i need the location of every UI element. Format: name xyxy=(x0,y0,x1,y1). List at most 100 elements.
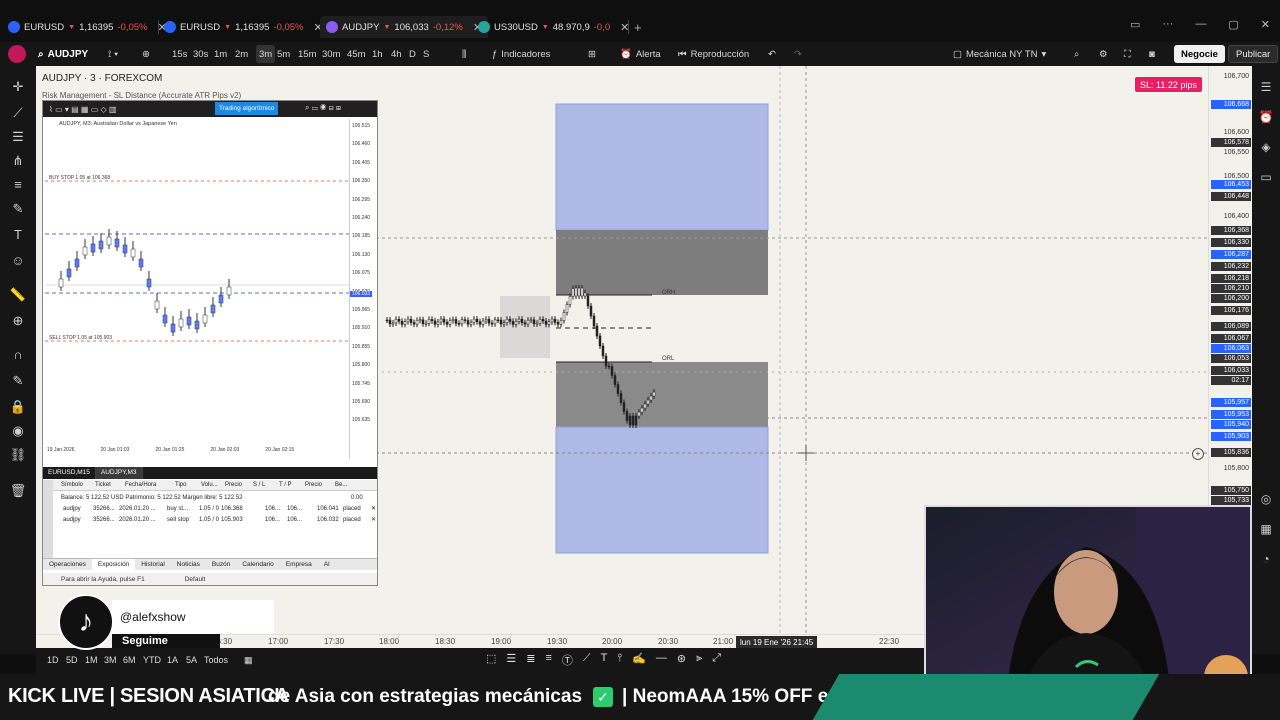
timeframe-30m[interactable]: 30m xyxy=(322,45,340,63)
terminal-tab[interactable]: Al xyxy=(318,559,336,570)
fib-icon[interactable]: ≣ xyxy=(526,652,535,668)
settings-icon[interactable]: ⚙ xyxy=(1099,45,1108,63)
timeframe-15m[interactable]: 15m xyxy=(298,45,316,63)
compare-add-icon[interactable]: ⊕ xyxy=(142,45,150,63)
crosshair-icon[interactable]: ✛ xyxy=(9,78,27,96)
timeframe-2m[interactable]: 2m xyxy=(235,45,248,63)
terminal-column-header[interactable]: Fecha/Hora xyxy=(125,482,156,488)
maximize-icon[interactable]: ▢ xyxy=(1228,18,1238,31)
alerts-icon[interactable]: ⏰ xyxy=(1257,108,1275,126)
add-alert-icon[interactable]: + xyxy=(1192,448,1204,460)
tab-us30usd[interactable]: US30USD ▼ 48.970,9 -0,0 ✕ xyxy=(478,16,629,38)
close-order-icon[interactable]: ✕ xyxy=(371,516,376,523)
target-zone-lower[interactable] xyxy=(555,426,769,554)
chat-icon[interactable]: ▭ xyxy=(1257,168,1275,186)
terminal-tab[interactable]: Empresa xyxy=(280,559,318,570)
eye-icon[interactable]: ◉ xyxy=(9,422,27,440)
terminal-column-header[interactable]: Símbolo xyxy=(61,482,83,488)
orh-zone[interactable] xyxy=(556,230,768,295)
minimize-icon[interactable]: — xyxy=(1195,18,1206,31)
calendar-icon[interactable]: ▦ xyxy=(1257,520,1275,538)
brush-icon[interactable]: ✍ xyxy=(632,652,646,668)
timeframe-3m[interactable]: 3m xyxy=(256,45,276,63)
terminal-tab[interactable]: Operaciones xyxy=(43,559,92,570)
link-icon[interactable]: ⛓ xyxy=(9,446,27,464)
snapshot-icon[interactable]: ◙ xyxy=(1149,45,1155,63)
terminal-column-header[interactable]: Ticket xyxy=(95,482,111,488)
hline-icon[interactable]: — xyxy=(656,652,667,668)
expand-icon[interactable]: ⤢ xyxy=(712,652,721,668)
timeframe-30s[interactable]: 30s xyxy=(193,45,208,63)
tab-eurusd-1[interactable]: EURUSD ▼ 1,16395 -0,05% ✕ xyxy=(8,16,167,38)
order-row[interactable]: audjpy 35266... 2026.01.20 ... buy st... 1.0… xyxy=(43,503,377,514)
range-1A[interactable]: 1A xyxy=(167,655,178,665)
range-5D[interactable]: 5D xyxy=(66,655,78,665)
stay-drawing-icon[interactable]: ✎ xyxy=(9,372,27,390)
templates-icon[interactable]: ⊞ xyxy=(588,45,596,63)
watchlist-icon[interactable]: ☰ xyxy=(1257,78,1275,96)
range-6M[interactable]: 6M xyxy=(123,655,136,665)
mt-tools-icon[interactable]: ⌇ ▭ ▾ ▤ ▦ ▭ ◇ ▥ xyxy=(49,105,116,114)
measure-icon[interactable]: ⫸ xyxy=(696,652,702,668)
ruler-icon[interactable]: 📏 xyxy=(9,286,27,304)
layout-button[interactable]: ▢ Mecánica NY TN ▾ xyxy=(953,45,1046,63)
emoji-icon[interactable]: ☺ xyxy=(9,252,27,270)
terminal-column-header[interactable]: Precio xyxy=(305,482,322,488)
fullscreen-icon[interactable]: ⛶ xyxy=(1124,45,1131,63)
avatar[interactable] xyxy=(8,45,26,63)
range-3M[interactable]: 3M xyxy=(104,655,117,665)
horizontal-lines-icon[interactable]: ☰ xyxy=(9,128,27,146)
replay-button[interactable]: ⏮ Reproducción xyxy=(678,45,749,63)
alert-button[interactable]: ⏰ Alerta xyxy=(620,45,661,63)
terminal-tab[interactable]: Exposición xyxy=(91,559,136,570)
terminal-column-header[interactable]: Volu... xyxy=(201,482,218,488)
mt-chart-tab[interactable]: AUDJPY,M3 xyxy=(95,467,143,479)
fib-icon[interactable]: ≡ xyxy=(9,176,27,194)
chart-type-icon[interactable]: ⟟ ▾ xyxy=(108,45,118,63)
lines-icon[interactable]: ☰ xyxy=(506,652,516,668)
terminal-column-header[interactable]: Tipo xyxy=(175,482,186,488)
terminal-column-header[interactable]: Be... xyxy=(335,482,347,488)
path-icon[interactable]: ⟋ xyxy=(583,652,591,668)
timeframe-15s[interactable]: 15s xyxy=(172,45,187,63)
publish-button[interactable]: Publicar xyxy=(1228,45,1279,63)
range-1D[interactable]: 1D xyxy=(47,655,59,665)
indicators-button[interactable]: ƒ Indicadores xyxy=(492,45,550,63)
metatrader-window[interactable]: ⌇ ▭ ▾ ▤ ▦ ▭ ◇ ▥ Trading algorítmico ⌕ ▭ … xyxy=(42,100,378,586)
trade-button[interactable]: Negocie xyxy=(1174,45,1225,63)
terminal-column-header[interactable]: Precio xyxy=(225,482,242,488)
timeframe-45m[interactable]: 45m xyxy=(347,45,365,63)
range-Todos[interactable]: Todos xyxy=(204,655,228,665)
range-5A[interactable]: 5A xyxy=(186,655,197,665)
text-icon[interactable]: T xyxy=(601,652,608,668)
range-1M[interactable]: 1M xyxy=(85,655,98,665)
mt-chart[interactable]: AUDJPY, M3: Australian Dollar vs Japanes… xyxy=(45,119,349,459)
rect-icon[interactable]: ⬚ xyxy=(486,652,496,668)
terminal-tab[interactable]: Historial xyxy=(135,559,170,570)
close-order-icon[interactable]: ✕ xyxy=(371,505,376,512)
redo-icon[interactable]: ↷ xyxy=(794,45,802,63)
more-icon[interactable]: ··· xyxy=(1162,18,1173,31)
terminal-tab[interactable]: Noticias xyxy=(171,559,206,570)
trend-line-icon[interactable]: ⟋ xyxy=(9,104,27,122)
undo-icon[interactable]: ↶ xyxy=(768,45,776,63)
timeframe-S[interactable]: S xyxy=(423,45,429,63)
pitchfork-icon[interactable]: ⋔ xyxy=(9,152,27,170)
tab-audjpy[interactable]: AUDJPY ▼ 106,033 -0,12% ✕ xyxy=(320,16,489,38)
timeframe-5m[interactable]: 5m xyxy=(277,45,290,63)
order-row[interactable]: audjpy 35266... 2026.01.20 ... sell stop 1.0… xyxy=(43,514,377,525)
terminal-column-header[interactable]: S / L xyxy=(253,482,265,488)
screens-icon[interactable]: ▭ xyxy=(1130,18,1140,31)
tab-eurusd-2[interactable]: EURUSD ▼ 1,16395 -0,05% ✕ xyxy=(164,16,323,38)
timeframe-1h[interactable]: 1h xyxy=(372,45,383,63)
range-YTD[interactable]: YTD xyxy=(143,655,161,665)
timeframe-1m[interactable]: 1m xyxy=(214,45,227,63)
bar-type-icon[interactable]: ⫼ xyxy=(462,45,466,63)
close-window-icon[interactable]: ✕ xyxy=(1261,18,1270,31)
algo-trading-button[interactable]: Trading algorítmico xyxy=(215,102,279,115)
brush-icon[interactable]: ✎ xyxy=(9,200,27,218)
terminal-tab[interactable]: Calendario xyxy=(236,559,279,570)
text-icon[interactable]: T xyxy=(9,226,27,244)
mt-search-icon[interactable]: ⌕ ▭ ◉ ⊟ ⊞ xyxy=(305,103,341,113)
timeframe-D[interactable]: D xyxy=(409,45,416,63)
